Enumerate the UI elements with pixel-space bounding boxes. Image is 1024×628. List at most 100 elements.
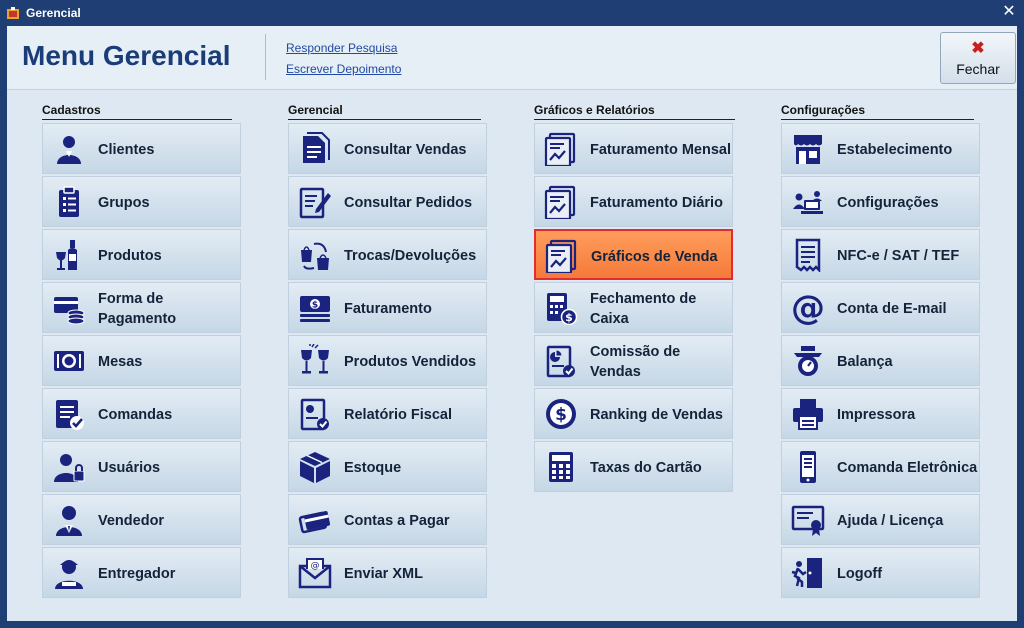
comanda-eletronica-button[interactable]: Comanda Eletrônica xyxy=(781,441,980,492)
window-close-icon[interactable]: ✕ xyxy=(1000,3,1018,21)
enviar-xml-button[interactable]: @ Enviar XML xyxy=(288,547,487,598)
contas-a-pagar-button[interactable]: Contas a Pagar xyxy=(288,494,487,545)
box-icon xyxy=(298,450,332,484)
button-label: Logoff xyxy=(837,565,883,582)
wine-bottle-icon xyxy=(52,238,86,272)
store-icon xyxy=(791,132,825,166)
chart-doc-icon xyxy=(544,185,578,221)
salesman-icon xyxy=(52,503,86,537)
nfc-e-sat-tef-button[interactable]: NFC-e / SAT / TEF xyxy=(781,229,980,280)
ajuda-licenca-button[interactable]: Ajuda / Licença xyxy=(781,494,980,545)
commission-doc-icon xyxy=(544,344,578,378)
button-label: Balança xyxy=(837,353,893,370)
chart-doc-icon xyxy=(545,239,579,275)
button-label: NFC-e / SAT / TEF xyxy=(837,247,960,264)
consultar-pedidos-button[interactable]: Consultar Pedidos xyxy=(288,176,487,227)
impressora-button[interactable]: Impressora xyxy=(781,388,980,439)
configuracoes-button[interactable]: Configurações xyxy=(781,176,980,227)
user-lock-icon xyxy=(52,450,86,484)
taxas-do-cartao-button[interactable]: Taxas do Cartão xyxy=(534,441,733,492)
client-icon xyxy=(52,132,86,166)
button-label: Ranking de Vendas xyxy=(590,406,723,423)
button-label: Usuários xyxy=(98,459,161,476)
button-label: Gráficos de Venda xyxy=(591,248,718,265)
fechar-label: Fechar xyxy=(956,61,1000,77)
window-title: Gerencial xyxy=(26,6,81,20)
faturamento-button[interactable]: $ Faturamento xyxy=(288,282,487,333)
close-icon: ✖ xyxy=(971,40,985,57)
graficos-de-venda-button[interactable]: Gráficos de Venda xyxy=(534,229,733,280)
header: Menu Gerencial Responder Pesquisa Escrev… xyxy=(7,26,1017,90)
conta-de-e-mail-button[interactable]: @ Conta de E-mail xyxy=(781,282,980,333)
comissao-de-vendas-button[interactable]: Comissão de Vendas xyxy=(534,335,733,386)
relatorio-fiscal-button[interactable]: Relatório Fiscal xyxy=(288,388,487,439)
faturamento-mensal-button[interactable]: Faturamento Mensal xyxy=(534,123,733,174)
header-divider xyxy=(265,34,266,80)
column-header-graficos-e-relatorios: Gráficos e Relatórios xyxy=(534,103,735,120)
vendedor-button[interactable]: Vendedor xyxy=(42,494,241,545)
escrever-depoimento-link[interactable]: Escrever Depoimento xyxy=(286,62,401,76)
payment-card-icon xyxy=(52,291,86,325)
button-label: Contas a Pagar xyxy=(344,512,450,529)
button-label: Comissão de Vendas xyxy=(590,343,681,380)
settings-people-icon xyxy=(791,185,825,219)
button-label: Enviar XML xyxy=(344,565,423,582)
faturamento-diario-button[interactable]: Faturamento Diário xyxy=(534,176,733,227)
clipboard-list-icon xyxy=(52,185,86,219)
fechamento-de-caixa-button[interactable]: $ Fechamento de Caixa xyxy=(534,282,733,333)
money-stack-icon: $ xyxy=(298,291,332,325)
trocas-devolucoes-button[interactable]: Trocas/Devoluções xyxy=(288,229,487,280)
forma-de-pagamento-button[interactable]: Forma de Pagamento xyxy=(42,282,241,333)
svg-text:$: $ xyxy=(565,311,573,324)
receipt-icon xyxy=(791,238,825,274)
table-plate-icon xyxy=(52,344,86,378)
button-label: Fechamento de Caixa xyxy=(590,290,697,327)
button-label: Estabelecimento xyxy=(837,141,953,158)
consultar-vendas-button[interactable]: Consultar Vendas xyxy=(288,123,487,174)
button-label: Configurações xyxy=(837,194,939,211)
app-icon xyxy=(7,7,19,19)
grupos-button[interactable]: Grupos xyxy=(42,176,241,227)
estabelecimento-button[interactable]: Estabelecimento xyxy=(781,123,980,174)
produtos-button[interactable]: Produtos xyxy=(42,229,241,280)
produtos-vendidos-button[interactable]: Produtos Vendidos xyxy=(288,335,487,386)
button-label: Forma de Pagamento xyxy=(98,290,177,327)
responder-pesquisa-link[interactable]: Responder Pesquisa xyxy=(286,41,397,55)
window-border xyxy=(7,621,1017,628)
button-label: Produtos xyxy=(98,247,162,264)
column-header-gerencial: Gerencial xyxy=(288,103,481,120)
estoque-button[interactable]: Estoque xyxy=(288,441,487,492)
mobile-device-icon xyxy=(791,450,825,484)
edit-document-icon xyxy=(298,185,332,219)
logoff-button[interactable]: Logoff xyxy=(781,547,980,598)
entregador-button[interactable]: Entregador xyxy=(42,547,241,598)
button-label: Mesas xyxy=(98,353,143,370)
clientes-button[interactable]: Clientes xyxy=(42,123,241,174)
button-label: Relatório Fiscal xyxy=(344,406,452,423)
button-label: Taxas do Cartão xyxy=(590,459,702,476)
scale-icon xyxy=(791,344,825,378)
exit-door-icon xyxy=(791,556,825,590)
button-label: Trocas/Devoluções xyxy=(344,247,477,264)
svg-text:@: @ xyxy=(311,561,320,571)
svg-text:$: $ xyxy=(312,301,318,311)
mesas-button[interactable]: Mesas xyxy=(42,335,241,386)
button-label: Impressora xyxy=(837,406,916,423)
ranking-de-vendas-button[interactable]: $ Ranking de Vendas xyxy=(534,388,733,439)
svg-text:$: $ xyxy=(555,405,567,425)
button-label: Comandas xyxy=(98,406,173,423)
cards-icon xyxy=(298,503,332,537)
exchange-bags-icon xyxy=(298,238,332,272)
button-label: Conta de E-mail xyxy=(837,300,947,317)
wine-glasses-icon xyxy=(298,343,332,378)
balanca-button[interactable]: Balança xyxy=(781,335,980,386)
calculator-icon xyxy=(544,450,578,484)
button-label: Comanda Eletrônica xyxy=(837,459,978,476)
certificate-icon xyxy=(791,503,825,537)
email-envelope-icon: @ xyxy=(298,556,332,590)
button-label: Grupos xyxy=(98,194,150,211)
comandas-button[interactable]: Comandas xyxy=(42,388,241,439)
dollar-circle-icon: $ xyxy=(544,397,578,431)
usuarios-button[interactable]: Usuários xyxy=(42,441,241,492)
fechar-button[interactable]: ✖ Fechar xyxy=(940,32,1016,84)
